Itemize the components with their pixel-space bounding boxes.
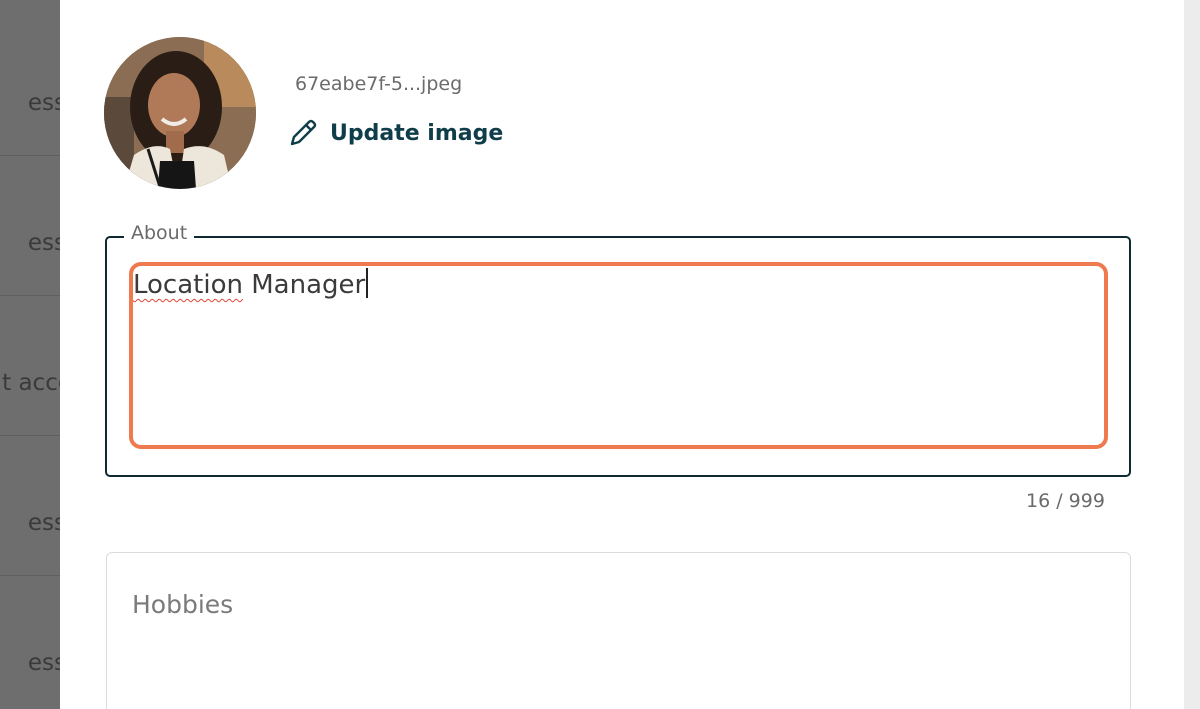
hobbies-field[interactable] xyxy=(106,552,1131,709)
background-list-item-text: ess xyxy=(27,510,62,536)
about-textarea[interactable]: Location Manager xyxy=(107,238,1128,330)
background-list-item-text: ess xyxy=(27,230,62,256)
pencil-icon xyxy=(290,119,317,146)
update-image-label: Update image xyxy=(330,120,504,146)
character-counter: 16 / 999 xyxy=(1026,490,1105,512)
background-list-item-text: ess xyxy=(27,650,62,676)
about-field[interactable]: Location Manager xyxy=(105,236,1131,477)
background-list: ess ess t acce ess ess xyxy=(0,0,62,709)
profile-edit-panel: 67eabe7f-5...jpeg Update image Location … xyxy=(60,0,1184,709)
text-caret xyxy=(366,268,369,298)
background-list-item: ess xyxy=(0,436,62,576)
about-value-rest: Manager xyxy=(242,270,366,300)
hobbies-placeholder: Hobbies xyxy=(132,590,234,619)
page-edge xyxy=(1182,0,1200,709)
profile-photo xyxy=(104,37,256,189)
image-filename: 67eabe7f-5...jpeg xyxy=(295,73,463,95)
spellcheck-word: Location xyxy=(133,270,243,300)
background-list-item: ess xyxy=(0,156,62,296)
background-list-item: t acce xyxy=(0,296,62,436)
background-list-item: ess xyxy=(0,576,62,709)
about-label: About xyxy=(124,222,195,244)
update-image-button[interactable]: Update image xyxy=(286,113,503,153)
background-list-item-text: t acce xyxy=(2,370,62,396)
profile-avatar xyxy=(104,37,256,189)
background-list-item-text: ess xyxy=(27,90,62,116)
background-list-item: ess xyxy=(0,16,62,156)
